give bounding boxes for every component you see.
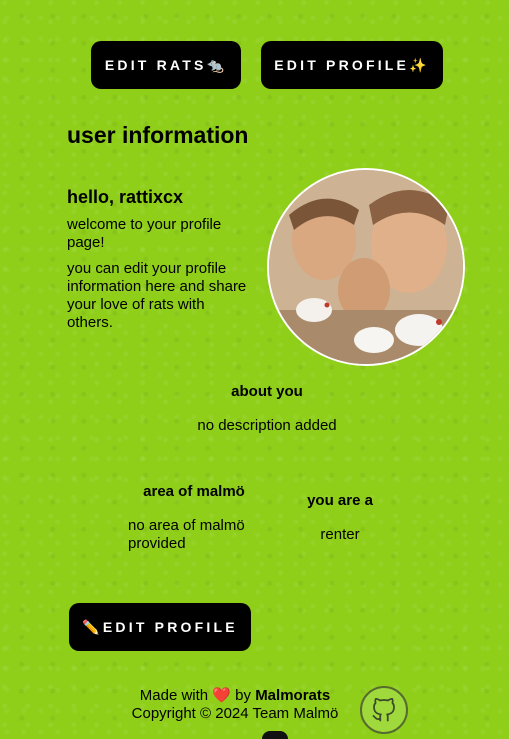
made-with-text: Made with bbox=[139, 687, 209, 704]
profile-photo-illustration bbox=[269, 170, 463, 364]
section-title: user information bbox=[67, 122, 249, 148]
copyright: Copyright © 2024 Team Malmö bbox=[131, 705, 339, 722]
edit-rats-button[interactable]: EDIT RATS🐀 bbox=[91, 41, 241, 89]
footer: Made with ❤️ by Malmorats Copyright © 20… bbox=[110, 687, 360, 723]
status-heading: you are a bbox=[307, 492, 373, 509]
welcome-text: welcome to your profile page! bbox=[67, 216, 222, 251]
edit-profile-top-label: EDIT PROFILE✨ bbox=[274, 56, 430, 73]
github-link[interactable] bbox=[360, 686, 408, 734]
footer-credit: Made with ❤️ by Malmorats bbox=[110, 687, 360, 705]
greeting: hello, rattixcx bbox=[67, 187, 184, 207]
edit-rats-label: EDIT RATS🐀 bbox=[104, 56, 228, 73]
edit-profile-label: ✏️EDIT PROFILE bbox=[82, 618, 238, 635]
info-text: you can edit your profile information he… bbox=[67, 260, 247, 331]
heart-icon: ❤️ bbox=[212, 687, 231, 704]
status-value: renter bbox=[320, 526, 360, 543]
profile-photo bbox=[267, 168, 465, 366]
brand-link[interactable]: Malmorats bbox=[255, 687, 330, 704]
area-heading: area of malmö bbox=[143, 483, 245, 500]
github-icon bbox=[372, 697, 395, 722]
about-value: no description added bbox=[197, 417, 337, 434]
about-heading: about you bbox=[231, 383, 303, 400]
by-text: by bbox=[235, 687, 252, 704]
area-value: no area of malmö provided bbox=[128, 517, 245, 552]
scroll-indicator bbox=[262, 731, 288, 739]
edit-profile-button[interactable]: ✏️EDIT PROFILE bbox=[69, 603, 251, 651]
edit-profile-top-button[interactable]: EDIT PROFILE✨ bbox=[261, 41, 443, 89]
